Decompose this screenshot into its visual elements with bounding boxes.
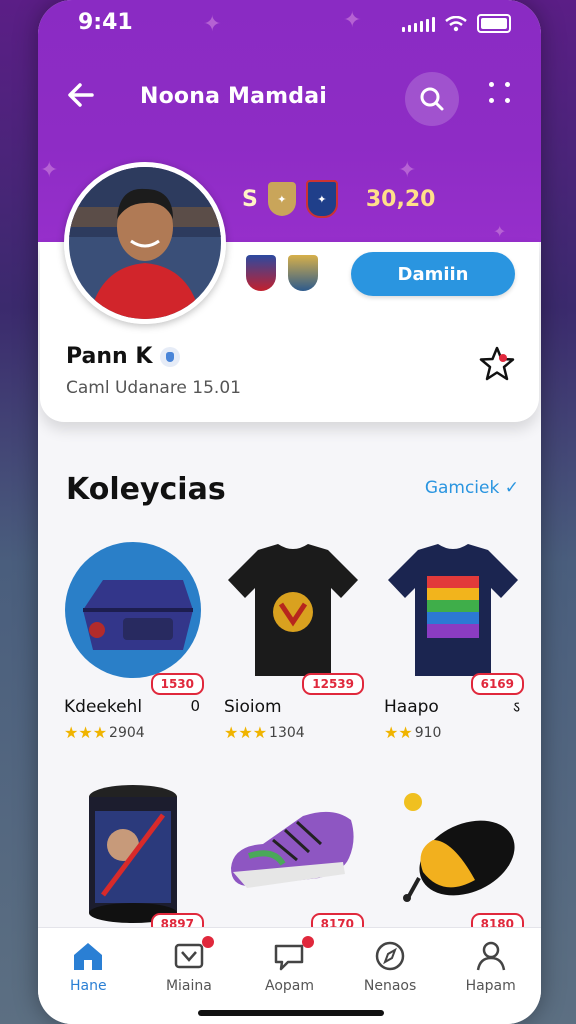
rating-value: 910 xyxy=(414,724,442,741)
star-icon: ★★★ xyxy=(64,723,108,742)
phone-frame: ✦ ✦ ✦ ✦ ✦ 9:41 Noona Mamdai S ✦ ✦ 30,20 … xyxy=(38,0,541,1024)
collection-item[interactable]: 8170 xyxy=(218,775,368,935)
collection-item[interactable]: 6169 Haapo ऽ ★★ 910 xyxy=(378,535,528,755)
follow-button[interactable]: Damiin xyxy=(351,252,515,296)
rating-value: 2904 xyxy=(109,724,145,741)
status-bar: 9:41 xyxy=(78,10,511,40)
item-rating: ★★ 910 xyxy=(384,723,441,742)
stats-value: 30,20 xyxy=(365,186,436,212)
notification-badge xyxy=(201,936,214,948)
price-tag: 1530 xyxy=(150,673,204,695)
club-badge-icon xyxy=(288,255,318,291)
item-image: 8897 xyxy=(58,775,208,935)
verified-icon xyxy=(160,346,181,367)
battery-icon xyxy=(477,14,511,33)
collection-grid: 1530 Kdeekehl 0 ★★★ 2904 12539 Sioiom ★★★… xyxy=(58,535,528,935)
sparkle-decoration: ✦ xyxy=(40,158,59,183)
star-icon: ★★ xyxy=(384,723,413,742)
team-crest-icon: ✦ xyxy=(267,182,296,216)
search-button[interactable] xyxy=(405,72,459,126)
notification-badge xyxy=(302,936,315,948)
page-title: Noona Mamdai xyxy=(140,84,328,109)
team-stats-row: S ✦ ✦ 30,20 xyxy=(242,180,435,218)
profile-subtitle: Caml Udanare 15.01 xyxy=(66,378,241,398)
profile-icon xyxy=(476,941,505,971)
collection-item[interactable]: 1530 Kdeekehl 0 ★★★ 2904 xyxy=(58,535,208,755)
profile-name-row: Pann K xyxy=(66,344,181,369)
item-count: ऽ xyxy=(512,698,520,716)
item-image: 8180 xyxy=(378,775,528,935)
collection-item[interactable]: 8897 xyxy=(58,775,208,935)
item-rating: ★★★ 1304 xyxy=(224,723,305,742)
tab-label: Nenaos xyxy=(363,978,417,994)
sparkle-decoration: ✦ xyxy=(493,222,507,241)
item-name: Kdeekehl xyxy=(64,697,143,717)
tab-label: Hane xyxy=(70,978,107,994)
profile-name: Pann K xyxy=(66,344,153,369)
collection-filter-link[interactable]: Gamciek ✓ xyxy=(425,478,519,498)
tab-label: Aopam xyxy=(264,978,314,994)
back-arrow-icon[interactable] xyxy=(64,78,98,118)
home-icon xyxy=(74,943,103,970)
collection-item[interactable]: 12539 Sioiom ★★★ 1304 xyxy=(218,535,368,755)
item-name: Sioiom xyxy=(224,697,282,717)
inbox-icon xyxy=(174,943,204,969)
star-icon: ★★★ xyxy=(224,723,268,742)
item-image: 8170 xyxy=(218,775,368,935)
item-name: Haapo xyxy=(384,697,439,717)
team-crest-icon: ✦ xyxy=(305,180,338,218)
item-rating: ★★★ 2904 xyxy=(64,723,145,742)
collection-item[interactable]: 8180 xyxy=(378,775,528,935)
price-tag: 6169 xyxy=(470,673,524,695)
tab-label: Miaina xyxy=(165,978,212,994)
wifi-icon xyxy=(445,15,467,31)
compass-icon xyxy=(375,941,405,971)
item-count: 0 xyxy=(190,697,200,715)
top-navigation-bar: Noona Mamdai xyxy=(38,70,541,126)
signal-icon xyxy=(402,16,435,32)
tab-label: Hapam xyxy=(465,978,516,994)
rating-value: 1304 xyxy=(269,724,305,741)
favorite-star-icon[interactable] xyxy=(477,344,517,388)
item-image: 6169 xyxy=(378,535,528,695)
search-icon xyxy=(420,87,444,111)
item-image: 12539 xyxy=(218,535,368,695)
price-tag: 12539 xyxy=(302,673,364,695)
home-indicator xyxy=(198,1010,384,1016)
tab-home[interactable]: Hane xyxy=(43,928,133,1024)
stats-label: S xyxy=(242,186,258,212)
tab-profile[interactable]: Hapam xyxy=(446,928,536,1024)
avatar[interactable] xyxy=(64,162,226,324)
more-options-icon[interactable] xyxy=(489,82,513,106)
item-image: 1530 xyxy=(58,535,208,695)
collection-title: Koleycias xyxy=(66,472,226,507)
badges-row xyxy=(246,255,318,291)
club-badge-icon xyxy=(246,255,276,291)
status-time: 9:41 xyxy=(78,10,133,35)
chat-icon xyxy=(275,944,304,971)
